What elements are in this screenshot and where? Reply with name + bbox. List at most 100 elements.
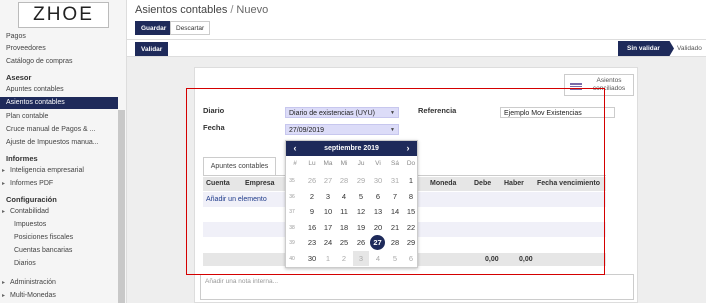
calendar-day[interactable]: 11 [336,204,352,219]
sidebar-item-label: Administración [10,279,56,286]
sidebar-item[interactable]: Pagos [0,31,118,43]
week-number: 37 [289,209,295,215]
calendar-day[interactable]: 2 [304,189,320,204]
calendar-day[interactable]: 16 [304,220,320,235]
calendar-day[interactable]: 30 [304,251,320,266]
weekday-header: Sá [391,160,399,167]
calendar-day[interactable]: 19 [353,220,369,235]
calendar-day[interactable]: 26 [304,173,320,188]
calendar-day[interactable]: 18 [336,220,352,235]
week-number: 35 [289,178,295,184]
calendar-day[interactable]: 21 [387,220,403,235]
sidebar-item[interactable]: Apuntes contables [0,84,118,96]
calendar-day[interactable]: 6 [370,189,386,204]
calendar-day[interactable]: 3 [320,189,336,204]
internal-note-input[interactable]: Añadir una nota interna... [200,274,634,300]
calendar-day[interactable]: 8 [403,189,419,204]
calendar-day[interactable]: 22 [403,220,419,235]
calendar-day[interactable]: 14 [387,204,403,219]
status-unvalidated[interactable]: Sin validar [618,41,674,56]
sidebar-item[interactable]: Impuestos [0,219,118,231]
calendar-day[interactable]: 4 [336,189,352,204]
calendar-day[interactable]: 20 [370,220,386,235]
calendar-day[interactable]: 7 [387,189,403,204]
sidebar-scrollbar[interactable] [118,110,125,303]
calendar-day[interactable]: 28 [387,235,403,250]
sidebar-item-label: Asientos contables [6,99,65,106]
calendar-day[interactable]: 9 [304,204,320,219]
expand-caret-icon: ▸ [2,280,6,286]
sidebar-item-label: Proveedores [6,45,46,52]
week-number: 38 [289,224,295,231]
calendar-day[interactable]: 29 [353,173,369,188]
sidebar-item[interactable]: Plan contable [0,111,118,123]
company-logo[interactable]: ZHOE [0,0,126,30]
logo-text: ZHOE [18,2,109,28]
sidebar-item[interactable]: Posiciones fiscales [0,232,118,244]
validate-button[interactable]: Validar [135,42,169,56]
sidebar-item[interactable]: ▸ Contabilidad [0,206,118,218]
calendar-day[interactable]: 1 [320,251,336,266]
sidebar-item-label: Catálogo de compras [6,58,73,65]
calendar-day[interactable]: 29 [403,235,419,250]
sidebar-item-label: Ajuste de Impuestos manua... [6,139,99,146]
calendar-day[interactable]: 23 [304,235,320,250]
calendar-day[interactable]: 4 [370,251,386,266]
weekday-header: Ju [357,160,365,167]
calendar-day[interactable]: 26 [353,235,369,250]
datepicker-header: ‹ septiembre 2019 › [286,141,417,156]
sidebar-section: Asesor [0,72,118,84]
calendar-day[interactable]: 25 [336,235,352,250]
breadcrumb-current: Nuevo [236,4,269,16]
calendar-day[interactable]: 31 [387,173,403,188]
discard-button[interactable]: Descartar [170,21,211,35]
status-validated[interactable]: Validado [677,41,702,56]
datepicker-popup: ‹ septiembre 2019 › # Lu Ma Mi Ju Vi Sá Do 35 26 2… [285,140,418,268]
calendar-day[interactable]: 10 [320,204,336,219]
calendar-day[interactable]: 17 [320,220,336,235]
sidebar-item-label: Contabilidad [10,208,49,215]
weekday-header: Do [406,160,416,167]
sidebar-item-label: Cuentas bancarias [14,247,73,254]
sidebar-item[interactable]: ▸ Inteligencia empresarial [0,165,118,177]
calendar-day[interactable]: 1 [403,173,419,188]
calendar-day[interactable]: 27 [370,235,385,250]
sidebar-item[interactable]: Diarios [0,258,118,270]
datepicker-month[interactable]: septiembre 2019 [306,141,397,156]
next-month-icon[interactable]: › [401,141,415,156]
calendar-day[interactable]: 5 [387,251,403,266]
sidebar-item[interactable]: Cruce manual de Pagos & ... [0,124,118,136]
sidebar-item[interactable]: Ajuste de Impuestos manua... [0,137,118,149]
calendar-day[interactable]: 12 [353,204,369,219]
calendar-day[interactable]: 27 [320,173,336,188]
sidebar-item[interactable]: Catálogo de compras [0,56,118,68]
sidebar-item[interactable]: ▸ Administración [0,277,118,289]
weekday-header: Mi [340,160,348,167]
calendar-day[interactable]: 15 [403,204,419,219]
sidebar-section: Configuración [0,194,118,206]
sidebar-item[interactable]: Cuentas bancarias [0,245,118,257]
calendar-day[interactable]: 5 [353,189,369,204]
calendar-day[interactable]: 2 [336,251,352,266]
breadcrumb-parent[interactable]: Asientos contables [135,4,227,16]
sidebar-item[interactable]: ▸ Informes PDF [0,178,118,190]
week-number-header: # [293,160,297,167]
sidebar-item[interactable]: ▸ Multi-Monedas [0,290,118,302]
sidebar: ZHOE Pagos Proveedores Catálogo de compras… [0,0,127,303]
calendar-day[interactable]: 6 [403,251,419,266]
prev-month-icon[interactable]: ‹ [288,141,302,156]
sidebar-item-label: Posiciones fiscales [14,234,74,241]
save-button[interactable]: Guardar [135,21,173,35]
sidebar-item[interactable]: Proveedores [0,43,118,55]
sidebar-item-label: Cruce manual de Pagos & ... [6,126,96,133]
breadcrumb-separator: / [230,4,234,16]
calendar-day[interactable]: 13 [370,204,386,219]
calendar-day[interactable]: 28 [336,173,352,188]
sidebar-item[interactable]: Asientos contables [0,97,118,109]
week-number: 36 [289,193,295,200]
calendar-day[interactable]: 3 [353,250,369,266]
sidebar-item-label: Pagos [6,33,26,40]
sidebar-item-label: Multi-Monedas [10,292,56,299]
calendar-day[interactable]: 24 [320,235,336,250]
calendar-day[interactable]: 30 [370,173,386,188]
